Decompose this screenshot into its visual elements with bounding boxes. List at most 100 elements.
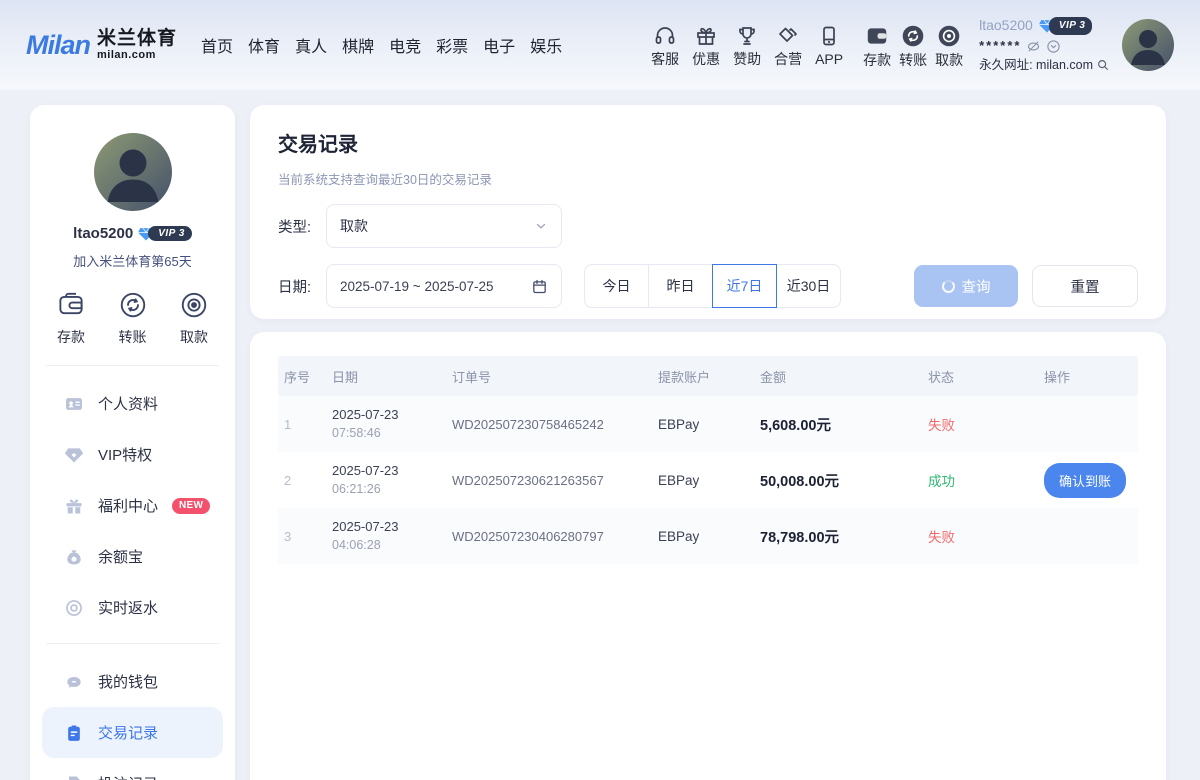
sidebar-item-bets[interactable]: 投注记录 [42, 758, 223, 780]
row-index: 1 [278, 417, 326, 432]
loading-spinner-icon [942, 280, 955, 293]
promo-label: 优惠 [692, 52, 720, 66]
partner-link[interactable]: 合营 [774, 24, 802, 66]
brand-logo-script: Milan [26, 30, 90, 61]
page-title: 交易记录 [278, 128, 1138, 157]
row-index: 3 [278, 529, 326, 544]
preset-last7days-button[interactable]: 近7日 [712, 264, 777, 308]
sidebar-menu-records: 我的钱包 交易记录 投注记录 [30, 644, 235, 780]
join-days-note: 加入米兰体育第65天 [30, 251, 235, 270]
balance-dropdown-icon[interactable] [1046, 39, 1061, 54]
sidebar-item-yuebao[interactable]: 余额宝 [42, 531, 223, 582]
col-date: 日期 [326, 367, 446, 386]
withdraw-icon [179, 290, 209, 320]
sponsor-link[interactable]: 赞助 [733, 24, 761, 66]
sidebar-item-label: 投注记录 [98, 773, 158, 780]
row-order-number: WD202507230406280797 [446, 529, 652, 544]
sidebar-vip-level: VIP 3 [148, 226, 192, 241]
search-icon[interactable] [1096, 58, 1110, 72]
row-amount: 78,798.00元 [754, 526, 922, 547]
nav-chess[interactable]: 棋牌 [342, 33, 374, 57]
deposit-link[interactable]: 存款 [863, 23, 891, 67]
search-button[interactable]: 查询 [914, 265, 1018, 307]
permanent-url-label: 永久网址: milan.com [979, 57, 1093, 74]
support-link[interactable]: 客服 [651, 24, 679, 66]
brand-logo-domain: milan.com [97, 50, 177, 61]
transfer-link[interactable]: 转账 [899, 23, 927, 67]
brand-logo[interactable]: Milan 米兰体育 milan.com [26, 29, 177, 61]
sidebar-withdraw-button[interactable]: 取款 [179, 290, 209, 347]
main-nav: 首页 体育 真人 棋牌 电竞 彩票 电子 娱乐 [201, 33, 562, 57]
confirm-receipt-button[interactable]: 确认到账 [1044, 463, 1126, 498]
sidebar-avatar[interactable] [94, 133, 172, 211]
row-index: 2 [278, 473, 326, 488]
sidebar-item-label: 福利中心 [98, 495, 158, 516]
row-datetime: 2025-07-23 06:21:26 [326, 461, 446, 499]
table-header: 序号 日期 订单号 提款账户 金额 状态 操作 [278, 356, 1138, 396]
transfer-label: 转账 [899, 53, 927, 67]
type-select[interactable]: 取款 [326, 204, 562, 248]
withdraw-link[interactable]: 取款 [935, 23, 963, 67]
promo-link[interactable]: 优惠 [692, 24, 720, 66]
table-row: 2 2025-07-23 06:21:26 WD2025072306212635… [278, 452, 1138, 508]
sidebar-item-wallet[interactable]: 我的钱包 [42, 656, 223, 707]
sidebar-transfer-button[interactable]: 转账 [118, 290, 148, 347]
table-row: 3 2025-07-23 04:06:28 WD2025072304062807… [278, 508, 1138, 564]
col-action: 操作 [1038, 367, 1138, 386]
sidebar-item-rebate[interactable]: 实时返水 [42, 582, 223, 633]
sponsor-label: 赞助 [733, 52, 761, 66]
rebate-icon [64, 598, 84, 618]
sidebar-item-transactions[interactable]: 交易记录 [42, 707, 223, 758]
row-amount: 50,008.00元 [754, 470, 922, 491]
deposit-label: 存款 [863, 53, 891, 67]
masked-balance: ****** [979, 37, 1021, 55]
header-wallet-links: 存款 转账 取款 [863, 23, 963, 67]
table-body: 1 2025-07-23 07:58:46 WD2025072307584652… [278, 396, 1138, 564]
nav-esports[interactable]: 电竞 [389, 33, 421, 57]
sidebar-deposit-button[interactable]: 存款 [56, 290, 86, 347]
col-order: 订单号 [446, 367, 652, 386]
reset-button[interactable]: 重置 [1032, 265, 1138, 307]
transfer-icon [900, 23, 926, 49]
sidebar-item-label: VIP特权 [98, 444, 152, 465]
row-account: EBPay [652, 473, 754, 488]
preset-today-button[interactable]: 今日 [584, 264, 649, 308]
sidebar-transfer-label: 转账 [119, 327, 147, 347]
nav-live-casino[interactable]: 真人 [295, 33, 327, 57]
sidebar-item-benefits[interactable]: 福利中心 NEW [42, 480, 223, 531]
brand-logo-cn: 米兰体育 [97, 29, 177, 48]
type-label: 类型: [278, 216, 326, 237]
sidebar-item-label: 我的钱包 [98, 671, 158, 692]
transactions-panel: 序号 日期 订单号 提款账户 金额 状态 操作 1 2025-07-23 07:… [250, 332, 1166, 780]
nav-lottery[interactable]: 彩票 [436, 33, 468, 57]
search-button-label: 查询 [962, 276, 991, 297]
app-link[interactable]: APP [815, 24, 843, 66]
row-action: 确认到账 [1038, 463, 1138, 498]
sidebar-quick-actions: 存款 转账 取款 [30, 270, 235, 365]
preset-yesterday-button[interactable]: 昨日 [648, 264, 713, 308]
withdraw-icon [936, 23, 962, 49]
wallet-icon [56, 290, 86, 320]
new-badge: NEW [172, 498, 210, 514]
eye-off-icon[interactable] [1026, 39, 1041, 54]
piggy-icon [64, 672, 84, 692]
row-datetime: 2025-07-23 07:58:46 [326, 405, 446, 443]
nav-sports[interactable]: 体育 [248, 33, 280, 57]
sidebar-item-profile[interactable]: 个人资料 [42, 378, 223, 429]
sidebar-avatar-image [94, 133, 172, 211]
sidebar-menu: 个人资料 VIP特权 福利中心 NEW 余额宝 实时返水 [30, 366, 235, 637]
username: ltao5200 [979, 16, 1033, 35]
preset-last30days-button[interactable]: 近30日 [776, 264, 841, 308]
headset-icon [653, 24, 677, 48]
nav-entertainment[interactable]: 娱乐 [530, 33, 562, 57]
vip-badge: VIP 3 [1038, 17, 1093, 35]
col-index: 序号 [278, 367, 326, 386]
nav-slots[interactable]: 电子 [483, 33, 515, 57]
date-range-input[interactable]: 2025-07-19 ~ 2025-07-25 [326, 264, 562, 308]
nav-home[interactable]: 首页 [201, 33, 233, 57]
sidebar-item-vip[interactable]: VIP特权 [42, 429, 223, 480]
sidebar-withdraw-label: 取款 [180, 327, 208, 347]
col-amount: 金额 [754, 367, 922, 386]
avatar[interactable] [1122, 19, 1174, 71]
row-status: 成功 [922, 470, 1038, 490]
